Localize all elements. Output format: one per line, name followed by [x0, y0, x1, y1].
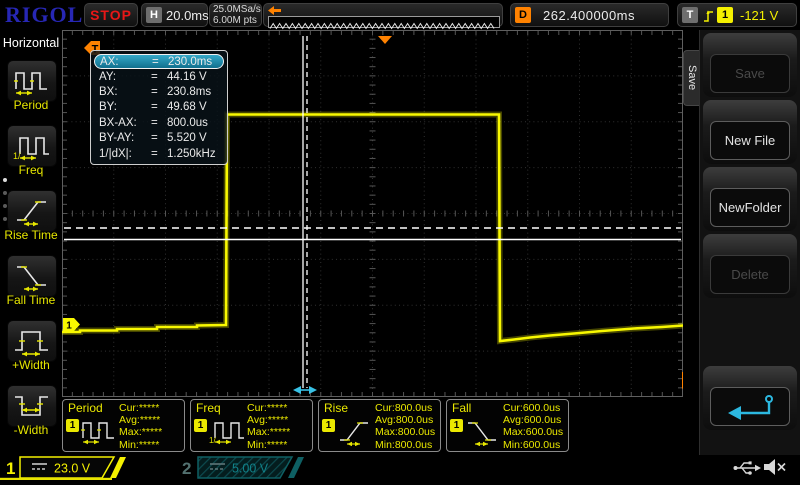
menu-page-dot	[3, 204, 7, 208]
menu-label-rise-time: Rise Time	[4, 228, 58, 242]
new-folder-button[interactable]: NewFolder	[710, 188, 790, 227]
cursor-row-by: BY: = 49.68 V	[99, 101, 207, 114]
ch2-number: 2	[182, 459, 191, 478]
back-button[interactable]	[710, 387, 790, 426]
period-icon	[14, 72, 47, 96]
top-status-bar: RIGOL STOP H 20.0ms 25.0MSa/s 6.00M pts …	[0, 0, 800, 30]
svg-text:1/: 1/	[13, 151, 21, 161]
cursor-row-ay: AY: = 44.16 V	[99, 70, 207, 83]
menu-label-fall-time: Fall Time	[6, 293, 56, 307]
horizontal-scale-box: H 20.0ms	[141, 3, 209, 27]
plus-width-icon	[15, 331, 48, 357]
measurement-box-rise[interactable]: Rise 1 Cur:800.0us Avg:800.0us Max:800.0…	[318, 399, 441, 452]
menu-slot	[703, 366, 797, 430]
cursor-row-by-ay: BY-AY: = 5.520 V	[99, 132, 207, 145]
period-icon	[81, 422, 114, 445]
memory-waveform-strip	[268, 16, 500, 30]
cursor-row-bx: BX: = 230.8ms	[99, 86, 212, 99]
menu-page-dot	[3, 178, 7, 182]
menu-item-pos-width[interactable]	[7, 320, 57, 362]
menu-slot: NewFolder	[703, 167, 797, 231]
save-button: Save	[710, 54, 790, 93]
menu-slot: Delete	[703, 234, 797, 298]
minus-width-icon	[15, 396, 48, 416]
run-state-indicator[interactable]: STOP	[84, 3, 138, 27]
channel-badge: 1	[450, 419, 463, 432]
menu-label-period: Period	[13, 98, 49, 112]
horizontal-scale-value: 20.0ms	[166, 7, 209, 23]
channel-badge: 1	[66, 419, 79, 432]
ch1-number: 1	[6, 459, 15, 478]
trigger-source-badge: 1	[717, 7, 733, 23]
right-soft-menu: Save New File NewFolder Delete	[699, 30, 800, 455]
cursor-row-ax: AX: = 230.0ms	[94, 54, 224, 69]
horizontal-reference-marker-icon[interactable]	[378, 36, 392, 44]
menu-slot: Save	[703, 33, 797, 97]
fall-icon	[468, 422, 496, 446]
menu-label-pos-width: +Width	[12, 358, 50, 372]
menu-page-dot	[3, 191, 7, 195]
freq-icon: 1/	[209, 422, 244, 445]
menu-item-period[interactable]	[7, 60, 57, 102]
usb-icon	[733, 461, 761, 475]
cursor-readout-panel: AX: = 230.0ms AY: = 44.16 V BX: = 230.8ms BY: =…	[90, 50, 228, 166]
freq-icon: 1/	[13, 137, 49, 161]
menu-slot: New File	[703, 100, 797, 164]
menu-item-neg-width[interactable]	[7, 385, 57, 427]
delete-button: Delete	[710, 255, 790, 294]
measurement-box-fall[interactable]: Fall 1 Cur:600.0us Avg:600.0us Max:600.0…	[446, 399, 569, 452]
channel-1-tab[interactable]: 1 23.0 V	[0, 456, 126, 480]
acquisition-info-box: 25.0MSa/s 6.00M pts	[209, 3, 262, 27]
save-menu-tab[interactable]: Save	[683, 50, 700, 106]
cursor-row-inv-dx: 1/|dX|: = 1.250kHz	[99, 147, 216, 160]
run-state-label: STOP	[90, 7, 132, 23]
channel-badge: 1	[194, 419, 207, 432]
menu-label-freq: Freq	[18, 163, 44, 177]
preview-waveform	[269, 22, 495, 30]
speaker-muted-icon	[764, 459, 786, 475]
waveform-preview-box	[263, 3, 503, 30]
channel-2-tab[interactable]: 2 5.00 V	[182, 456, 304, 479]
ch2-scale: 5.00 V	[232, 462, 269, 476]
rigol-logo: RIGOL	[5, 2, 84, 27]
sample-rate: 25.0MSa/s	[213, 4, 261, 15]
cursor-row-bx-ax: BX-AX: = 800.0us	[99, 116, 208, 129]
left-function-menu: Horizontal Period 1/ Freq Rise Time Fall…	[0, 30, 62, 455]
preview-position-arrow-icon	[268, 6, 281, 15]
ch1-scale: 23.0 V	[54, 462, 91, 476]
trigger-delay-box: D 262.400000ms	[510, 3, 669, 27]
delay-badge: D	[515, 7, 531, 23]
cursor-horizontal-drag-icon[interactable]	[293, 386, 317, 394]
left-menu-title: Horizontal	[2, 36, 60, 50]
trigger-delay-value: 262.400000ms	[543, 7, 636, 23]
rise-time-icon	[17, 201, 46, 227]
trigger-info-box: T 1 -121 V	[677, 3, 797, 27]
channel-badge: 1	[322, 419, 335, 432]
rise-icon	[340, 422, 368, 446]
measurement-box-period[interactable]: Period 1 Cur:***** Avg:***** Max:***** M…	[62, 399, 185, 452]
fall-time-icon	[17, 266, 46, 292]
menu-item-rise-time[interactable]	[7, 190, 57, 232]
svg-text:1/: 1/	[209, 436, 216, 445]
trigger-level-value: -121 V	[740, 7, 779, 23]
trigger-slope-rising-icon	[704, 9, 713, 22]
memory-depth: 6.00M pts	[213, 15, 257, 26]
menu-label-neg-width: -Width	[13, 423, 49, 437]
new-file-button[interactable]: New File	[710, 121, 790, 160]
menu-item-freq[interactable]: 1/	[7, 125, 57, 167]
menu-page-dot	[3, 217, 7, 221]
return-arrow-icon	[728, 394, 773, 420]
svg-text:1: 1	[66, 321, 72, 332]
trigger-badge: T	[682, 7, 698, 23]
channel-status-bar: 1 23.0 V 2 5.00 V	[0, 455, 800, 480]
h-badge: H	[146, 7, 162, 23]
measurement-box-freq[interactable]: Freq 1 1/ Cur:***** Avg:***** Max:***** …	[190, 399, 313, 452]
menu-item-fall-time[interactable]	[7, 255, 57, 297]
